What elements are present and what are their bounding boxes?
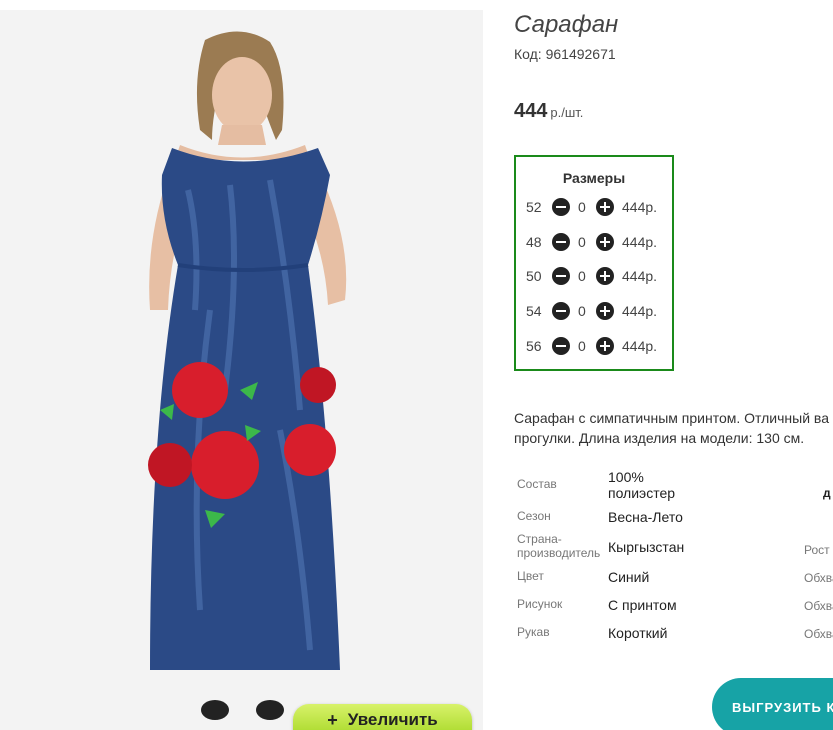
export-button[interactable]: ВЫГРУЗИТЬ К — [712, 678, 833, 730]
size-label: 48 — [526, 234, 542, 250]
minus-circle-icon[interactable] — [552, 267, 570, 285]
description-line: Сарафан с симпатичным принтом. Отличный … — [514, 410, 829, 426]
product-description: Сарафан с симпатичным принтом. Отличный … — [514, 408, 833, 448]
size-price: 444р. — [622, 338, 658, 354]
sizes-box: Размеры 52 0 444р. 48 0 444р. 50 0 444р.… — [514, 155, 674, 371]
right-column-label: Обхва — [804, 627, 833, 641]
sizes-title: Размеры — [562, 170, 626, 186]
price-unit: р./шт. — [550, 105, 584, 120]
right-column-label: д — [823, 486, 831, 500]
right-column-label: Обхва — [804, 599, 833, 613]
zoom-button[interactable]: + Увеличить — [293, 704, 472, 730]
size-row: 52 0 444р. — [516, 198, 672, 218]
size-quantity[interactable]: 0 — [578, 303, 586, 319]
minus-circle-icon[interactable] — [552, 337, 570, 355]
size-quantity[interactable]: 0 — [578, 338, 586, 354]
product-code: Код: 961492671 — [514, 46, 616, 62]
property-label: Цвет — [517, 569, 544, 583]
size-quantity[interactable]: 0 — [578, 234, 586, 250]
size-price: 444р. — [622, 234, 658, 250]
property-value: 100% полиэстер — [608, 469, 676, 501]
minus-circle-icon[interactable] — [552, 198, 570, 216]
zoom-button-label: Увеличить — [347, 710, 438, 729]
property-value: Синий — [608, 569, 650, 585]
plus-icon: + — [327, 709, 338, 730]
property-value: Кыргызстан — [608, 539, 685, 555]
size-quantity[interactable]: 0 — [578, 199, 586, 215]
property-value: Короткий — [608, 625, 668, 641]
product-title: Сарафан — [514, 11, 619, 38]
size-label: 54 — [526, 303, 542, 319]
size-row: 54 0 444р. — [516, 302, 672, 322]
property-label: Страна-производитель — [517, 532, 601, 560]
size-price: 444р. — [622, 268, 658, 284]
size-price: 444р. — [622, 303, 658, 319]
size-price: 444р. — [622, 199, 658, 215]
property-label: Рисунок — [517, 597, 563, 611]
plus-circle-icon[interactable] — [596, 267, 614, 285]
plus-circle-icon[interactable] — [596, 233, 614, 251]
plus-circle-icon[interactable] — [596, 198, 614, 216]
product-price: 444 р./шт. — [514, 100, 583, 123]
right-column-label: Обхва — [804, 571, 833, 585]
property-value: С принтом — [608, 597, 677, 613]
size-label: 52 — [526, 199, 542, 215]
plus-circle-icon[interactable] — [596, 337, 614, 355]
size-quantity[interactable]: 0 — [578, 268, 586, 284]
property-label: Рукав — [517, 625, 550, 639]
property-label: Сезон — [517, 509, 551, 523]
right-column-label: Рост — [804, 543, 830, 557]
minus-circle-icon[interactable] — [552, 302, 570, 320]
property-label: Состав — [517, 477, 557, 491]
description-line: прогулки. Длина изделия на модели: 130 с… — [514, 430, 805, 446]
size-row: 48 0 444р. — [516, 233, 672, 253]
size-label: 50 — [526, 268, 542, 284]
model-in-dress-image — [0, 10, 483, 730]
size-row: 56 0 444р. — [516, 337, 672, 357]
product-photo[interactable] — [0, 10, 483, 730]
price-value: 444 — [514, 100, 548, 122]
minus-circle-icon[interactable] — [552, 233, 570, 251]
plus-circle-icon[interactable] — [596, 302, 614, 320]
size-label: 56 — [526, 338, 542, 354]
size-row: 50 0 444р. — [516, 267, 672, 287]
property-value: Весна-Лето — [608, 509, 683, 525]
